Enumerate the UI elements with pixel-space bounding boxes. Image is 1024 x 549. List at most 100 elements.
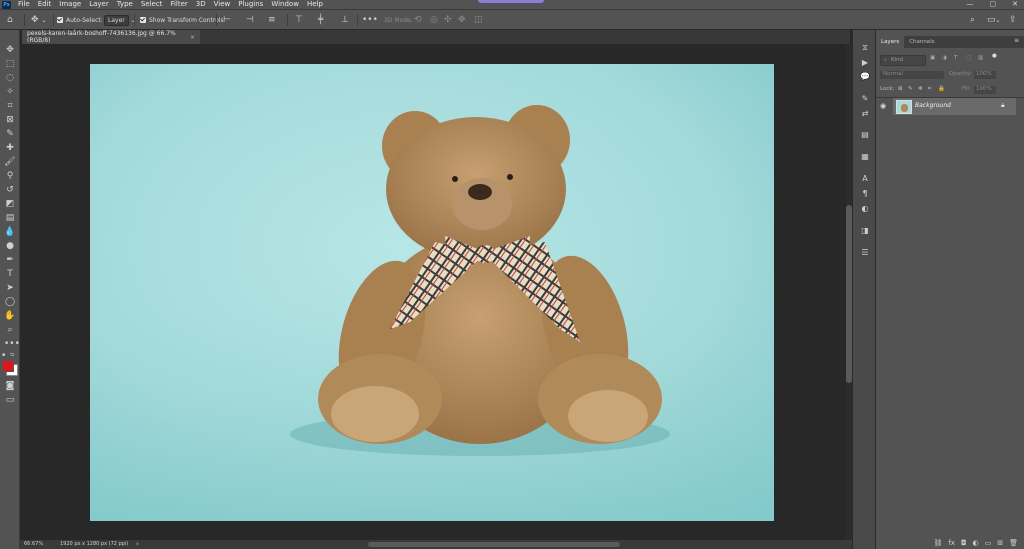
healing-brush-tool-icon[interactable]: ✚	[4, 142, 16, 154]
align-left-icon[interactable]: ⊢	[223, 14, 231, 26]
crop-tool-icon[interactable]: ⌗	[4, 100, 16, 112]
menu-3d[interactable]: 3D	[192, 0, 210, 9]
share-icon[interactable]: ⇪	[1009, 14, 1017, 26]
visibility-eye-icon[interactable]: ◉	[880, 102, 886, 110]
opacity-input[interactable]: 100%	[974, 71, 996, 79]
3d-roll-icon[interactable]: ◎	[430, 14, 438, 26]
marquee-tool-icon[interactable]: ⬚	[4, 58, 16, 70]
blend-mode-dropdown[interactable]: Normal	[880, 71, 944, 79]
panel-menu-icon[interactable]: ≡	[1014, 37, 1019, 44]
eraser-tool-icon[interactable]: ◩	[4, 198, 16, 210]
3d-slide-icon[interactable]: ✥	[458, 14, 466, 26]
gradient-tool-icon[interactable]: ▤	[4, 212, 16, 224]
menu-filter[interactable]: Filter	[166, 0, 191, 9]
home-icon[interactable]: ⌂	[7, 14, 13, 26]
move-tool-icon[interactable]: ✥	[4, 44, 16, 56]
show-transform-controls-checkbox[interactable]: Show Transform Controls	[140, 14, 224, 26]
move-tool-preset-icon[interactable]: ✥ ⌄	[31, 14, 47, 26]
document-image[interactable]	[90, 64, 774, 521]
more-options-icon[interactable]: •••	[362, 14, 378, 26]
edit-toolbar-icon[interactable]: •••	[4, 338, 20, 350]
swatches-icon[interactable]: ▦	[859, 151, 871, 163]
status-menu-arrow[interactable]: ›	[136, 540, 139, 548]
layer-style-icon[interactable]: fx	[948, 539, 955, 547]
lock-artboard-icon[interactable]: ⌗	[928, 86, 931, 93]
tab-channels[interactable]: Channels	[904, 36, 939, 48]
filter-type-icon[interactable]: T	[954, 55, 957, 61]
3d-rotate-icon[interactable]: ⟲	[414, 14, 422, 26]
filter-adjustment-icon[interactable]: ◑	[942, 55, 947, 61]
horizontal-scroll-thumb[interactable]	[368, 542, 620, 547]
frame-tool-icon[interactable]: ⊠	[4, 114, 16, 126]
history-icon[interactable]: ⧖	[859, 42, 871, 54]
libraries-icon[interactable]: ▤	[859, 129, 871, 141]
pen-tool-icon[interactable]: ✒	[4, 254, 16, 266]
paragraph-icon[interactable]: ¶	[859, 188, 871, 200]
lock-all-icon[interactable]: 🔒	[938, 86, 945, 92]
layer-row-background[interactable]: Background 🔒︎	[893, 98, 1016, 115]
layer-name[interactable]: Background	[915, 102, 951, 109]
swap-colors-icon[interactable]: ⇆	[10, 352, 14, 358]
magic-wand-tool-icon[interactable]: ✧	[4, 86, 16, 98]
adjustments-icon[interactable]: ⇄	[859, 108, 871, 120]
menu-plugins[interactable]: Plugins	[234, 0, 267, 9]
tab-layers[interactable]: Layers	[876, 36, 905, 48]
actions-play-icon[interactable]: ▶	[859, 57, 871, 69]
fill-input[interactable]: 100%	[974, 86, 996, 94]
brushes-icon[interactable]: ✎	[859, 93, 871, 105]
menu-file[interactable]: File	[14, 0, 34, 9]
quick-mask-icon[interactable]: ◙	[4, 380, 16, 392]
menu-help[interactable]: Help	[303, 0, 327, 9]
align-bottom-icon[interactable]: ⊥	[341, 14, 349, 26]
properties-icon[interactable]: ◨	[859, 225, 871, 237]
lock-transparent-icon[interactable]: ⊠	[898, 86, 903, 92]
menu-layer[interactable]: Layer	[85, 0, 113, 9]
screen-mode-icon[interactable]: ▭	[4, 394, 16, 406]
new-group-icon[interactable]: ▭	[985, 539, 992, 547]
search-icon[interactable]: ⌕	[970, 14, 975, 26]
blur-tool-icon[interactable]: 💧	[4, 226, 16, 238]
3d-pan-icon[interactable]: ✣	[444, 14, 452, 26]
add-mask-icon[interactable]: ◘	[961, 539, 967, 547]
type-tool-icon[interactable]: T	[4, 268, 16, 280]
minimize-button[interactable]: —	[967, 0, 974, 9]
filter-shape-icon[interactable]: ⬚	[966, 55, 971, 61]
align-right-icon[interactable]: ≡	[268, 14, 276, 26]
auto-select-dropdown[interactable]: Layer ⌄	[104, 14, 136, 26]
lasso-tool-icon[interactable]: ◌	[4, 72, 16, 84]
lock-position-icon[interactable]: ✥	[918, 86, 923, 92]
settings-sliders-icon[interactable]: ☰	[859, 247, 871, 259]
document-tab[interactable]: pexels-karen-laårk-boshoff-7436136.jpg @…	[22, 30, 200, 44]
filter-pixel-icon[interactable]: ▣	[930, 55, 935, 61]
align-top-icon[interactable]: ⊤	[295, 14, 303, 26]
link-layers-icon[interactable]: ⛓	[933, 539, 942, 547]
default-colors-icon[interactable]: ▪	[2, 352, 7, 358]
layer-lock-icon[interactable]: 🔒︎	[1001, 101, 1005, 110]
close-button[interactable]: ✕	[1012, 0, 1018, 9]
menu-view[interactable]: View	[210, 0, 235, 9]
delete-layer-icon[interactable]: 🗑	[1009, 539, 1018, 547]
3d-scale-icon[interactable]: ◫	[474, 14, 483, 26]
new-adjustment-layer-icon[interactable]: ◐	[973, 539, 979, 547]
menu-image[interactable]: Image	[55, 0, 85, 9]
share-indicator[interactable]	[478, 0, 544, 3]
zoom-tool-icon[interactable]: ⌕	[4, 324, 16, 336]
auto-select-checkbox[interactable]: Auto-Select:	[57, 14, 103, 26]
menu-window[interactable]: Window	[267, 0, 303, 9]
foreground-color-swatch[interactable]	[2, 360, 14, 372]
brush-tool-icon[interactable]: 🖌	[4, 156, 16, 168]
new-layer-icon[interactable]: ⊞	[997, 539, 1003, 547]
shape-tool-icon[interactable]: ◯	[4, 296, 16, 308]
path-selection-tool-icon[interactable]: ➤	[4, 282, 16, 294]
menu-select[interactable]: Select	[137, 0, 167, 9]
workspace-icon[interactable]: ▭ ⌄	[987, 14, 1001, 26]
lock-image-icon[interactable]: ✎	[908, 86, 913, 92]
hand-tool-icon[interactable]: ✋	[4, 310, 16, 322]
styles-icon[interactable]: ◐	[859, 203, 871, 215]
zoom-level[interactable]: 66.67%	[24, 541, 43, 547]
close-tab-icon[interactable]: ×	[190, 34, 195, 41]
eyedropper-tool-icon[interactable]: ✎	[4, 128, 16, 140]
character-icon[interactable]: A	[859, 173, 871, 185]
history-brush-tool-icon[interactable]: ↺	[4, 184, 16, 196]
clone-stamp-tool-icon[interactable]: ⚲	[4, 170, 16, 182]
